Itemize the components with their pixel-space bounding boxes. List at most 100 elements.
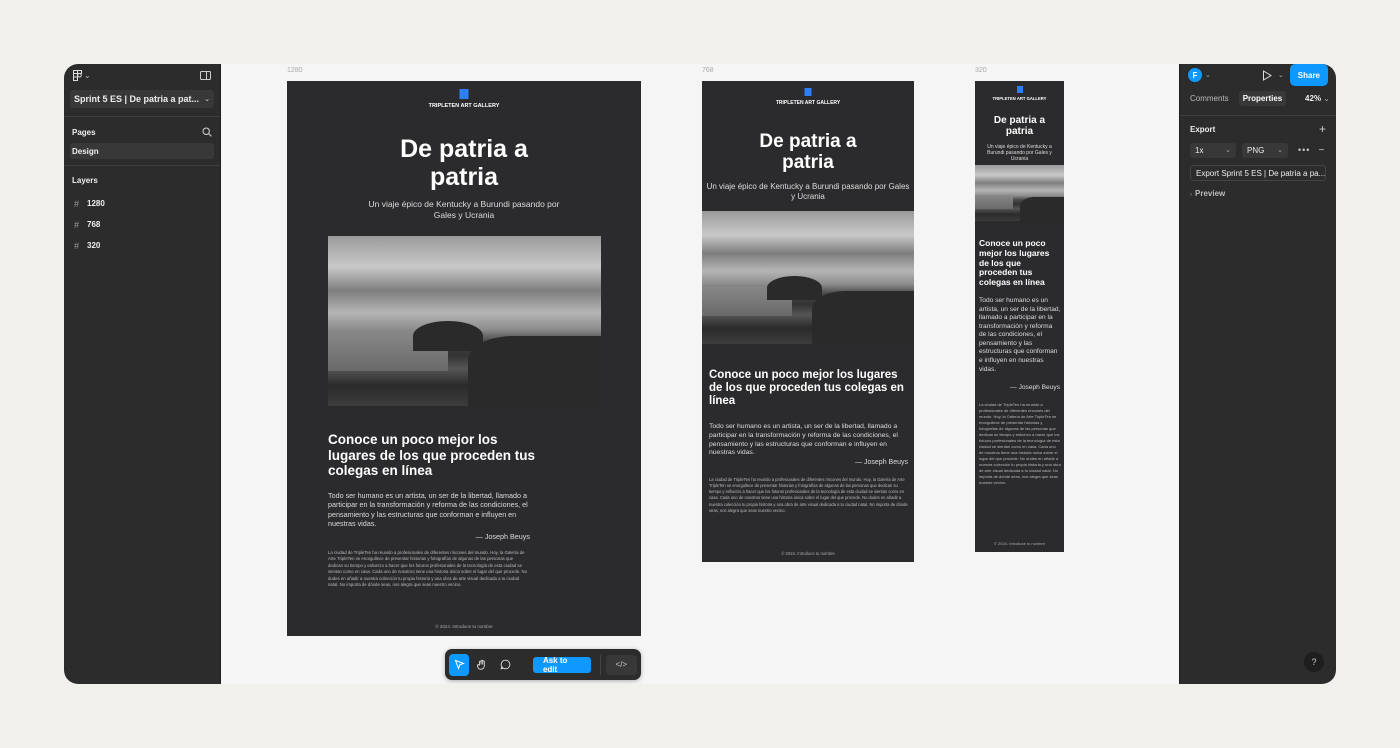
export-header: Export + (1180, 117, 1336, 141)
frame-label-320[interactable]: 320 (975, 67, 987, 74)
chevron-down-icon: ⌄ (1323, 93, 1330, 103)
quote-text: Todo ser humano es un artista, un ser de… (328, 491, 528, 529)
bottom-toolbar: Ask to edit </> (445, 649, 641, 680)
export-button[interactable]: Export Sprint 5 ES | De patria a pa... (1190, 165, 1326, 181)
section-title: Conoce un poco mejor los lugares de los … (328, 432, 536, 479)
export-format-select[interactable]: PNG ⌄ (1242, 142, 1288, 158)
chevron-down-icon[interactable]: ⌄ (1278, 71, 1284, 79)
page-subtitle: Un viaje épico de Kentucky a Burundi pas… (706, 182, 910, 201)
frame-768[interactable]: TRIPLETEN ART GALLERY De patria a patria… (702, 81, 914, 562)
pages-header: Pages (64, 121, 220, 143)
frame-1280[interactable]: TRIPLETEN ART GALLERY De patria a patria… (287, 81, 641, 636)
comment-icon (500, 659, 511, 670)
page-title: De patria a patria (400, 135, 528, 191)
layers-list: # 1280 # 768 # 320 (64, 193, 220, 256)
body-text: La ciudad de TripleTen ha reunido a prof… (709, 477, 908, 513)
gallery-name: TRIPLETEN ART GALLERY (992, 96, 1047, 101)
quote-author: — Joseph Beuys (855, 459, 908, 466)
divider (1180, 115, 1336, 116)
hand-icon (476, 659, 488, 671)
photo-sea (975, 195, 1013, 209)
photo-hill (767, 276, 822, 300)
layer-item-320[interactable]: # 320 (64, 235, 220, 256)
section-title: Conoce un poco mejor los lugares de los … (709, 369, 904, 408)
divider (64, 116, 220, 117)
quote-text: Todo ser humano es un artista, un ser de… (979, 297, 1061, 373)
file-title: Sprint 5 ES | De patria a pat... (74, 94, 200, 104)
chevron-down-icon: ⌄ (204, 96, 210, 103)
present-play-icon[interactable] (1262, 69, 1272, 81)
right-panel-header: F ⌄ ⌄ Share (1180, 64, 1336, 86)
zoom-level: 42% (1305, 93, 1322, 103)
photo-town (1020, 197, 1064, 221)
zoom-dropdown[interactable]: 42% ⌄ (1305, 94, 1330, 103)
section-title: Conoce un poco mejor los lugares de los … (979, 238, 1050, 288)
sidebar-toggle-icon[interactable] (200, 70, 211, 80)
preview-toggle[interactable]: › Preview (1180, 189, 1336, 198)
page-title: De patria a patria (759, 131, 857, 174)
page-subtitle: Un viaje épico de Kentucky a Burundi pas… (987, 144, 1052, 162)
quote-text: Todo ser humano es un artista, un ser de… (709, 423, 898, 457)
left-panel: ⌄ Sprint 5 ES | De patria a pat... ⌄ Pag… (64, 64, 221, 684)
export-scale-select[interactable]: 1x ⌄ (1190, 142, 1236, 158)
help-button[interactable]: ? (1304, 652, 1324, 672)
quote-author: — Joseph Beuys (475, 532, 530, 541)
hand-tool-button[interactable] (472, 654, 492, 676)
tab-comments[interactable]: Comments (1186, 91, 1233, 106)
avatar: F (1188, 68, 1202, 82)
preview-label: Preview (1195, 189, 1226, 198)
chevron-down-icon: ⌄ (84, 70, 91, 80)
search-icon[interactable] (202, 127, 212, 137)
plus-icon[interactable]: + (1319, 122, 1326, 136)
body-text: La ciudad de TripleTen ha reunido a prof… (328, 550, 527, 588)
export-settings-row: 1x ⌄ PNG ⌄ ••• − (1180, 141, 1336, 159)
gallery-name: TRIPLETEN ART GALLERY (775, 100, 841, 106)
chevron-right-icon: › (1190, 192, 1192, 198)
layer-label: 1280 (87, 199, 105, 208)
gallery-name: TRIPLETEN ART GALLERY (428, 103, 500, 109)
layer-label: 320 (87, 241, 101, 250)
gallery-logo-icon (1016, 86, 1023, 93)
share-button[interactable]: Share (1289, 64, 1328, 86)
layer-item-1280[interactable]: # 1280 (64, 193, 220, 214)
hero-photo (975, 165, 1064, 221)
ask-to-edit-button[interactable]: Ask to edit (532, 656, 591, 674)
export-header-label: Export (1190, 124, 1216, 134)
tab-properties[interactable]: Properties (1238, 90, 1287, 106)
more-options-icon[interactable]: ••• (1298, 145, 1310, 155)
move-tool-button[interactable] (449, 653, 470, 676)
chevron-down-icon: ⌄ (1205, 72, 1211, 79)
layer-item-768[interactable]: # 768 (64, 214, 220, 235)
figma-logo-icon (73, 69, 82, 81)
photo-town (468, 336, 601, 406)
chevron-down-icon: ⌄ (1225, 147, 1231, 154)
chevron-down-icon: ⌄ (1277, 147, 1283, 154)
user-menu[interactable]: F ⌄ (1188, 68, 1211, 82)
frame-label-1280[interactable]: 1280 (287, 67, 303, 74)
main-menu-button[interactable]: ⌄ (73, 69, 91, 81)
code-icon: </> (615, 660, 628, 669)
design-canvas[interactable]: 1280 TRIPLETEN ART GALLERY De patria a p… (221, 64, 1179, 684)
panel-tabs: Comments Properties 42% ⌄ (1180, 87, 1336, 109)
right-panel: F ⌄ ⌄ Share Comments Properties 42% ⌄ Ex… (1179, 64, 1336, 684)
comment-tool-button[interactable] (496, 654, 516, 676)
page-item-label: Design (72, 146, 99, 156)
cursor-icon (454, 659, 465, 670)
body-text: La ciudad de TripleTen ha reunido a prof… (979, 402, 1061, 485)
page-item-design[interactable]: Design (70, 143, 214, 159)
frame-320[interactable]: TRIPLETEN ART GALLERY De patria a patria… (975, 81, 1064, 552)
frame-label-768[interactable]: 768 (702, 67, 714, 74)
page-title: De patria a patria (993, 115, 1046, 138)
left-panel-header: ⌄ (64, 64, 220, 86)
footer-text: © 2024. Introduce tu nombre (994, 541, 1045, 546)
file-title-dropdown[interactable]: Sprint 5 ES | De patria a pat... ⌄ (70, 90, 214, 108)
hero-photo (328, 236, 601, 406)
divider (64, 165, 220, 166)
layer-label: 768 (87, 220, 101, 229)
minus-icon[interactable]: − (1318, 145, 1324, 156)
layers-header: Layers (64, 169, 220, 191)
hero-photo (702, 211, 914, 344)
dev-mode-button[interactable]: </> (605, 654, 638, 675)
photo-hill (413, 321, 483, 351)
footer-text: © 2024. Introduce tu nombre (781, 551, 835, 556)
